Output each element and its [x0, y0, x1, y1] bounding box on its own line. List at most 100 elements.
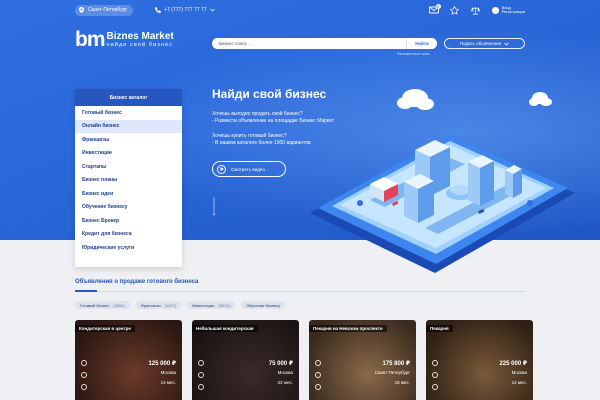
category-filters: Готовый бизнес (3004) Франшизы (1427) Инвест… — [75, 301, 286, 309]
site-logo[interactable]: bm Biznes Market найди свой бизнес — [75, 28, 174, 51]
listing-city: Санкт-Петербург — [374, 370, 410, 375]
listing-title: Кондитерская в центре — [75, 325, 135, 332]
search-bar: Найти — [212, 38, 437, 49]
location-pin-icon — [79, 7, 84, 13]
business-catalog: Бизнес каталог Готовый бизнес Онлайн бизн… — [75, 89, 182, 267]
chevron-down-icon — [504, 42, 509, 46]
listing-city: Москва — [511, 370, 527, 375]
listing-title: Пекарня — [426, 325, 453, 332]
location-pin-icon — [81, 372, 87, 378]
scroll-down-icon[interactable] — [213, 197, 215, 217]
listing-icons — [315, 360, 321, 390]
catalog-item[interactable]: Онлайн бизнес — [75, 119, 182, 133]
clock-icon — [198, 384, 204, 390]
search-button[interactable]: Найти — [406, 38, 437, 49]
clock-icon — [81, 384, 87, 390]
scales-icon — [471, 6, 481, 14]
logo-mark: bm — [75, 28, 105, 51]
listing-card[interactable]: Пекарня 225 000 ₽ Москва 14 мес. — [426, 320, 533, 400]
filter-chip[interactable]: Обучение бизнесу — [240, 301, 286, 309]
listing-card[interactable]: Кондитерская в центре 125 000 ₽ Москва 14 м… — [75, 320, 182, 400]
phone-icon — [155, 7, 162, 13]
phone-selector[interactable]: +7 (777) 777 77 77 — [155, 7, 215, 13]
listing-price: 75 000 ₽ — [268, 361, 293, 367]
clock-icon — [432, 384, 438, 390]
listing-icons — [198, 360, 204, 390]
listing-term: 22 мес. — [277, 380, 293, 385]
section-divider — [75, 290, 525, 292]
filter-label: Обучение бизнесу — [245, 302, 281, 308]
price-tag-icon — [315, 360, 321, 366]
location-pin-icon — [315, 372, 321, 378]
messages-button[interactable]: 2 — [428, 4, 441, 14]
city-selector[interactable]: Санкт-Петербург — [75, 4, 134, 16]
filter-label: Инвестиции — [192, 302, 215, 308]
filter-chip[interactable]: Готовый бизнес (3004) — [75, 301, 130, 309]
filter-label: Готовый бизнес — [80, 302, 110, 308]
location-pin-icon — [198, 372, 204, 378]
hero-text-sell: Хочешь выгодно продать свой бизнес? — [212, 111, 303, 117]
watch-video-label: Смотреть видео — [231, 166, 265, 172]
catalog-item[interactable]: Бизнес планы — [75, 174, 182, 188]
price-tag-icon — [432, 360, 438, 366]
register-label: Регистрация — [501, 9, 525, 14]
listing-city: Москва — [277, 370, 293, 375]
watch-video-button[interactable]: Смотреть видео — [212, 161, 286, 177]
catalog-item[interactable]: Франшизы — [75, 133, 182, 147]
listing-city: Москва — [160, 370, 176, 375]
price-tag-icon — [81, 360, 87, 366]
filter-count: (3004) — [113, 302, 125, 308]
filter-count: (5012) — [218, 302, 230, 308]
chevron-down-icon — [209, 8, 215, 12]
post-ad-label: Подать объявление — [459, 41, 502, 46]
top-bar: Санкт-Петербург +7 (777) 777 77 77 2 Вхо… — [75, 3, 525, 17]
filter-chip[interactable]: Франшизы (1427) — [135, 301, 182, 309]
user-icon — [491, 6, 499, 14]
catalog-title: Бизнес каталог — [75, 89, 182, 106]
favorites-button[interactable] — [450, 5, 460, 15]
login-text: Вход Регистрация — [501, 5, 525, 15]
listing-title: Небольшая кондитерская — [192, 325, 258, 332]
logo-tagline: найди свой бизнес — [106, 41, 174, 48]
building-front — [404, 174, 434, 223]
catalog-item[interactable]: Бизнес идеи — [75, 187, 182, 201]
play-icon — [217, 164, 226, 174]
building-right — [468, 155, 494, 206]
phone-number: +7 (777) 777 77 77 — [164, 7, 207, 13]
browser-frame: Санкт-Петербург +7 (777) 777 77 77 2 Вхо… — [0, 0, 600, 400]
filter-chip[interactable]: Инвестиции (5012) — [187, 301, 235, 309]
cloud-icon — [529, 92, 552, 106]
listing-card[interactable]: Небольшая кондитерская 75 000 ₽ Москва 22 м… — [192, 320, 299, 400]
star-icon — [450, 5, 460, 15]
catalog-item[interactable]: Стартапы — [75, 160, 182, 174]
catalog-item[interactable]: Готовый бизнес — [75, 106, 182, 120]
post-ad-button[interactable]: Подать объявление — [444, 38, 525, 49]
clock-icon — [315, 384, 321, 390]
listings-section-title: Объявления о продаже готового бизнеса — [75, 279, 199, 285]
city-phone-illustration — [310, 89, 575, 273]
catalog-item[interactable]: Инвестиции — [75, 147, 182, 161]
listing-card[interactable]: Пекарня на Невском проспекте 175 800 ₽ Сан… — [309, 320, 416, 400]
compare-button[interactable] — [471, 6, 481, 14]
filter-count: (1427) — [164, 302, 177, 308]
catalog-item[interactable]: Обучение бизнесу — [75, 201, 182, 215]
catalog-item[interactable]: Кредит для бизнеса — [75, 228, 182, 242]
listing-title: Пекарня на Невском проспекте — [309, 325, 387, 332]
price-tag-icon — [198, 360, 204, 366]
listing-price: 125 000 ₽ — [148, 361, 176, 367]
top-bar-actions: 2 Вход Регистрация — [428, 4, 525, 15]
filter-label: Франшизы — [140, 302, 161, 308]
logo-text: Biznes Market найди свой бизнес — [106, 31, 174, 49]
messages-badge: 2 — [435, 4, 441, 9]
hero-text-buy-cta: - В нашем каталоге более 1000 вариантов — [212, 140, 311, 146]
login-link[interactable]: Вход Регистрация — [491, 5, 525, 15]
search-input[interactable] — [212, 38, 406, 49]
catalog-item[interactable]: Бизнес Брокер — [75, 214, 182, 228]
city-label: Санкт-Петербург — [88, 7, 128, 13]
listing-term: 14 мес. — [160, 380, 176, 385]
advanced-search-link[interactable]: Расширенный поиск — [397, 52, 430, 56]
catalog-item[interactable]: Юридические услуги — [75, 241, 182, 255]
page: Санкт-Петербург +7 (777) 777 77 77 2 Вхо… — [0, 0, 600, 400]
cloud-icon — [397, 89, 434, 110]
catalog-list: Готовый бизнес Онлайн бизнес Франшизы Инвес… — [75, 106, 182, 255]
